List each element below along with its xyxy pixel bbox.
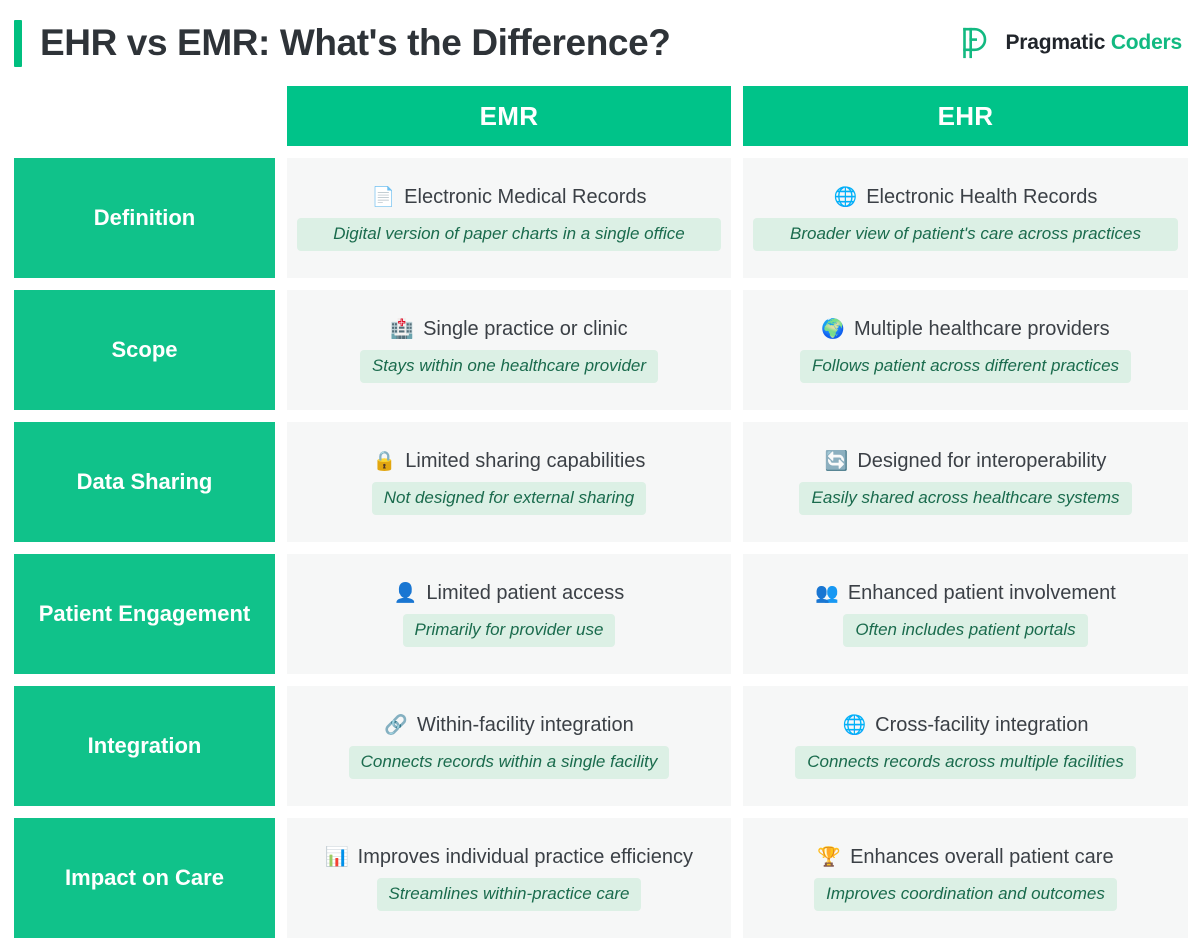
page-title: EHR vs EMR: What's the Difference? xyxy=(40,22,671,63)
cell-main-ehr-1: 🌍 Multiple healthcare providers xyxy=(821,317,1109,341)
cell-note-ehr-5: Improves coordination and outcomes xyxy=(814,878,1117,911)
earth-globe-icon-icon: 🌍 xyxy=(821,318,845,340)
cell-emr-0: 📄 Electronic Medical Records Digital versi… xyxy=(287,158,731,278)
cell-main-ehr-0: 🌐 Electronic Health Records xyxy=(834,185,1098,209)
cell-note-emr-2: Not designed for external sharing xyxy=(371,482,647,515)
column-gap xyxy=(275,158,287,278)
cell-main-ehr-4: 🌐 Cross-facility integration xyxy=(842,713,1088,737)
cell-title-emr-3: Limited patient access xyxy=(426,582,625,605)
link-chain-icon-icon: 🔗 xyxy=(384,714,408,736)
cell-note-emr-3: Primarily for provider use xyxy=(402,614,616,647)
cell-main-emr-4: 🔗 Within-facility integration xyxy=(384,713,633,737)
column-gap xyxy=(731,422,743,542)
row-label-1: Scope xyxy=(14,290,275,410)
cell-emr-2: 🔒 Limited sharing capabilities Not designe… xyxy=(287,422,731,542)
row-label-0: Definition xyxy=(14,158,275,278)
cell-note-emr-4: Connects records within a single facilit… xyxy=(348,746,670,779)
cell-emr-5: 📊 Improves individual practice efficiency… xyxy=(287,818,731,938)
column-gap xyxy=(731,686,743,806)
lock-icon-icon: 🔒 xyxy=(372,450,397,472)
header-bar: EHR vs EMR: What's the Difference? Pragm… xyxy=(14,0,1186,86)
bar-chart-icon-icon: 📊 xyxy=(324,846,349,868)
column-gap xyxy=(731,554,743,674)
cell-note-emr-1: Stays within one healthcare provider xyxy=(359,350,659,383)
column-gap xyxy=(275,686,287,806)
column-gap xyxy=(275,290,287,410)
cell-emr-3: 👤 Limited patient access Primarily for pro… xyxy=(287,554,731,674)
cell-ehr-4: 🌐 Cross-facility integration Connects reco… xyxy=(743,686,1188,806)
refresh-sync-icon-icon: 🔄 xyxy=(824,450,849,472)
row-label-4: Integration xyxy=(14,686,275,806)
globe-meridians-icon-icon: 🌐 xyxy=(842,714,867,736)
cell-note-emr-5: Streamlines within-practice care xyxy=(376,878,642,911)
row-label-2: Data Sharing xyxy=(14,422,275,542)
column-gap xyxy=(731,86,743,146)
cell-main-emr-3: 👤 Limited patient access xyxy=(394,581,625,605)
row-label-3: Patient Engagement xyxy=(14,554,275,674)
brand-word-coders: Coders xyxy=(1110,31,1182,54)
title-accent-bar xyxy=(14,19,22,67)
pragmatic-coders-p-logo-icon xyxy=(960,26,994,60)
header-blank-cell xyxy=(14,86,275,146)
infographic-page: EHR vs EMR: What's the Difference? Pragm… xyxy=(0,0,1200,938)
cell-ehr-1: 🌍 Multiple healthcare providers Follows pa… xyxy=(743,290,1188,410)
cell-note-ehr-3: Often includes patient portals xyxy=(843,614,1088,647)
brand-word-pragmatic: Pragmatic xyxy=(1005,31,1106,54)
page-document-icon-icon: 📄 xyxy=(371,186,396,208)
column-header-emr[interactable]: EMR xyxy=(287,86,731,146)
cell-title-ehr-1: Multiple healthcare providers xyxy=(853,318,1110,341)
cell-emr-4: 🔗 Within-facility integration Connects rec… xyxy=(287,686,731,806)
cell-ehr-3: 👥 Enhanced patient involvement Often inclu… xyxy=(743,554,1188,674)
cell-note-ehr-0: Broader view of patient's care across pr… xyxy=(753,218,1178,251)
row-label-5: Impact on Care xyxy=(14,818,275,938)
globe-meridians-icon-icon: 🌐 xyxy=(833,186,858,208)
column-gap xyxy=(275,86,287,146)
brand-logo-text: Pragmatic Coders xyxy=(1005,31,1182,55)
single-person-icon-icon: 👤 xyxy=(393,582,418,604)
cell-title-emr-1: Single practice or clinic xyxy=(423,318,628,341)
cell-main-ehr-2: 🔄 Designed for interoperability xyxy=(825,449,1107,473)
cell-ehr-5: 🏆 Enhances overall patient care Improves c… xyxy=(743,818,1188,938)
cell-note-emr-0: Digital version of paper charts in a sin… xyxy=(297,218,721,251)
two-people-icon-icon: 👥 xyxy=(815,582,839,604)
column-gap xyxy=(731,158,743,278)
cell-note-ehr-4: Connects records across multiple facilit… xyxy=(795,746,1136,779)
cell-note-ehr-2: Easily shared across healthcare systems xyxy=(799,482,1132,515)
column-gap xyxy=(275,818,287,938)
cell-title-emr-5: Improves individual practice efficiency xyxy=(357,846,693,869)
cell-title-emr-2: Limited sharing capabilities xyxy=(405,450,646,473)
cell-title-ehr-5: Enhances overall patient care xyxy=(850,846,1114,869)
column-header-ehr[interactable]: EHR xyxy=(743,86,1188,146)
cell-main-ehr-5: 🏆 Enhances overall patient care xyxy=(817,845,1113,869)
cell-main-emr-0: 📄 Electronic Medical Records xyxy=(372,185,647,209)
cell-main-emr-2: 🔒 Limited sharing capabilities xyxy=(373,449,646,473)
cell-main-ehr-3: 👥 Enhanced patient involvement xyxy=(815,581,1116,605)
cell-main-emr-5: 📊 Improves individual practice efficiency xyxy=(325,845,693,869)
cell-title-ehr-4: Cross-facility integration xyxy=(875,714,1089,737)
brand-logo: Pragmatic Coders xyxy=(960,26,1182,60)
comparison-table: EMR EHR Definition 📄 Electronic Medical Reco… xyxy=(14,86,1188,938)
cell-title-ehr-0: Electronic Health Records xyxy=(866,186,1098,209)
cell-ehr-2: 🔄 Designed for interoperability Easily sha… xyxy=(743,422,1188,542)
cell-emr-1: 🏥 Single practice or clinic Stays within o… xyxy=(287,290,731,410)
column-gap xyxy=(275,554,287,674)
cell-title-emr-0: Electronic Medical Records xyxy=(404,186,647,209)
cell-title-emr-4: Within-facility integration xyxy=(416,714,634,737)
title-group: EHR vs EMR: What's the Difference? xyxy=(14,19,671,67)
cell-title-ehr-2: Designed for interoperability xyxy=(857,450,1107,473)
cell-title-ehr-3: Enhanced patient involvement xyxy=(847,582,1116,605)
cell-note-ehr-1: Follows patient across different practic… xyxy=(799,350,1132,383)
hospital-building-icon-icon: 🏥 xyxy=(390,318,415,340)
cell-ehr-0: 🌐 Electronic Health Records Broader view o… xyxy=(743,158,1188,278)
cell-main-emr-1: 🏥 Single practice or clinic xyxy=(390,317,627,341)
column-gap xyxy=(731,818,743,938)
column-gap xyxy=(275,422,287,542)
trophy-icon-icon: 🏆 xyxy=(817,846,842,868)
column-gap xyxy=(731,290,743,410)
